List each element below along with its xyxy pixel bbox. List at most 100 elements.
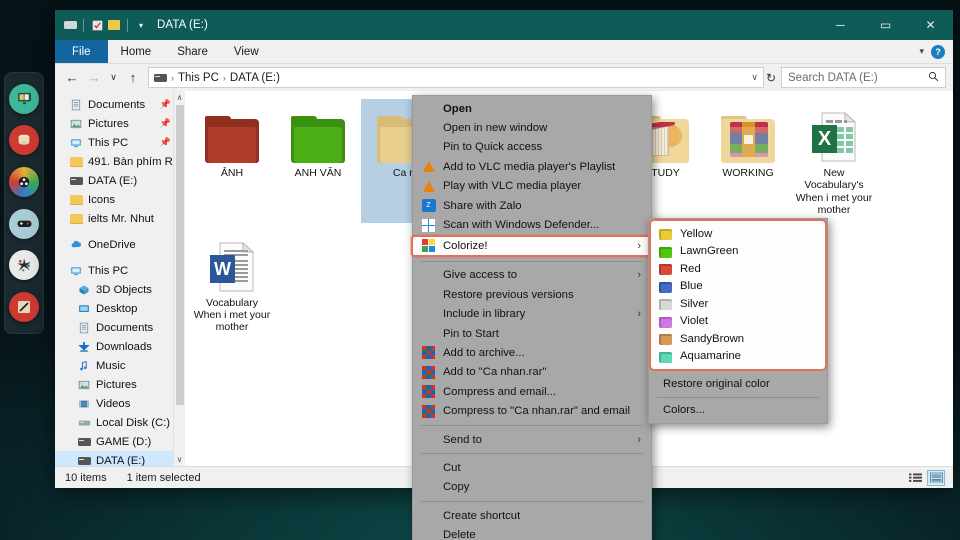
media-icon [18, 176, 30, 188]
properties-icon[interactable] [90, 18, 104, 32]
menu-item-compress-to-ca-nhan-rar-and-email[interactable]: Compress to "Ca nhan.rar" and email [413, 401, 651, 420]
sidebar-item-game-d[interactable]: GAME (D:) [55, 432, 185, 451]
sidebar-item-pictures-pc[interactable]: Pictures [55, 375, 185, 394]
menu-item-share-with-zalo[interactable]: Z Share with Zalo [413, 196, 651, 215]
navigation-scrollbar[interactable]: ∧ ∨ [173, 91, 185, 466]
file-item-vocabulary-word[interactable]: W Vocabulary When i met your mother [189, 229, 275, 340]
dock-item-database-icon[interactable] [9, 125, 39, 156]
back-button[interactable]: ← [62, 68, 82, 88]
scroll-up-button[interactable]: ∧ [174, 91, 185, 104]
menu-item-include-in-library[interactable]: Include in library › [413, 305, 651, 324]
scrollbar-thumb[interactable] [176, 105, 184, 405]
menu-item-send-to[interactable]: Send to › [413, 430, 651, 449]
up-button[interactable]: ↑ [123, 68, 143, 88]
menu-item-pin-to-start[interactable]: Pin to Start [413, 324, 651, 343]
dock-item-media-icon[interactable] [9, 167, 39, 198]
menu-item-add-to-ca-nhan-rar[interactable]: Add to "Ca nhan.rar" [413, 363, 651, 382]
close-button[interactable]: ✕ [908, 10, 953, 40]
search-input[interactable]: Search DATA (E:) [781, 67, 946, 88]
sidebar-item-music[interactable]: Music [55, 356, 185, 375]
large-icons-view-button[interactable] [927, 469, 945, 486]
menu-item-compress-and-email[interactable]: Compress and email... [413, 382, 651, 401]
sidebar-item-this-pc-root[interactable]: This PC [55, 261, 185, 280]
sidebar-item-local-disk-c[interactable]: Local Disk (C:) [55, 413, 185, 432]
sidebar-item-data-e[interactable]: DATA (E:) [55, 451, 185, 466]
file-item-new-vocabularys-excel[interactable]: X New Vocabulary's When i met your mothe… [791, 99, 877, 223]
sidebar-item-desktop[interactable]: Desktop [55, 299, 185, 318]
breadcrumb-this-pc[interactable]: This PC [178, 72, 219, 84]
sidebar-item-this-pc[interactable]: This PC 📌 [55, 133, 185, 152]
color-option-silver[interactable]: Silver [651, 295, 825, 313]
recent-locations-button[interactable]: ∨ [106, 68, 121, 88]
menu-item-restore-previous-versions[interactable]: Restore previous versions [413, 285, 651, 304]
color-option-lawngreen[interactable]: LawnGreen [651, 243, 825, 261]
menu-item-add-to-archive[interactable]: Add to archive... [413, 343, 651, 362]
new-folder-icon[interactable] [107, 18, 121, 32]
sidebar-item-data-e-quick[interactable]: DATA (E:) [55, 171, 185, 190]
menu-item-add-to-vlc-playlist[interactable]: Add to VLC media player's Playlist [413, 157, 651, 176]
sidebar-item-videos[interactable]: Videos [55, 394, 185, 413]
menu-item-play-with-vlc[interactable]: Play with VLC media player [413, 177, 651, 196]
breadcrumb-dropdown[interactable]: ∨ [751, 72, 758, 83]
menu-item-restore-original-color[interactable]: Restore original color [649, 374, 827, 394]
maximize-button[interactable]: ▭ [863, 10, 908, 40]
file-item-working[interactable]: WORKING [705, 99, 791, 223]
tab-file[interactable]: File [55, 40, 108, 63]
sidebar-item-pictures[interactable]: Pictures 📌 [55, 114, 185, 133]
dock-item-paint-splash-icon[interactable] [9, 250, 39, 281]
folder-swatch-icon [659, 297, 672, 311]
menu-item-label: Delete [443, 529, 476, 540]
tab-view[interactable]: View [221, 40, 272, 63]
color-option-blue[interactable]: Blue [651, 278, 825, 296]
sidebar-item-491-ban-phim-r[interactable]: 491. Bàn phím R [55, 152, 185, 171]
menu-item-label: Share with Zalo [443, 199, 522, 212]
menu-item-open-in-new-window[interactable]: Open in new window [413, 118, 651, 137]
color-option-aquamarine[interactable]: Aquamarine [651, 348, 825, 366]
menu-item-create-shortcut[interactable]: Create shortcut [413, 506, 651, 525]
color-option-red[interactable]: Red [651, 260, 825, 278]
help-icon[interactable]: ? [931, 44, 945, 59]
sidebar-item-icons[interactable]: Icons [55, 190, 185, 209]
tab-share[interactable]: Share [164, 40, 221, 63]
file-item-anh-van[interactable]: ANH VĂN [275, 99, 361, 223]
drive-icon [77, 454, 91, 467]
details-view-button[interactable] [906, 470, 924, 486]
refresh-button[interactable]: ↻ [766, 71, 776, 85]
sidebar-item-downloads[interactable]: Downloads [55, 337, 185, 356]
color-option-yellow[interactable]: Yellow [651, 225, 825, 243]
menu-item-colors[interactable]: Colors... [649, 401, 827, 421]
dock-item-editor-icon[interactable] [9, 292, 39, 323]
chevron-down-icon[interactable]: ▾ [919, 46, 924, 57]
breadcrumb-data-e[interactable]: DATA (E:) [230, 72, 280, 84]
color-option-violet[interactable]: Violet [651, 313, 825, 331]
tab-home[interactable]: Home [108, 40, 165, 63]
sidebar-item-onedrive[interactable]: OneDrive [55, 235, 185, 254]
dock-item-game-controller-icon[interactable] [9, 208, 39, 239]
chevron-down-icon[interactable]: ▾ [134, 18, 148, 32]
breadcrumb[interactable]: › This PC › DATA (E:) ∨ [148, 67, 764, 88]
menu-item-scan-with-defender[interactable]: Scan with Windows Defender... [413, 215, 651, 234]
pin-icon: 📌 [159, 137, 171, 147]
menu-item-colorize[interactable]: Colorize! › [411, 234, 653, 257]
sidebar-item-documents[interactable]: Documents 📌 [55, 95, 185, 114]
rar-icon [421, 384, 436, 399]
menu-item-pin-to-quick-access[interactable]: Pin to Quick access [413, 138, 651, 157]
color-option-sandybrown[interactable]: SandyBrown [651, 330, 825, 348]
drive-icon[interactable] [63, 18, 77, 32]
sidebar-item-documents-pc[interactable]: Documents [55, 318, 185, 337]
sidebar-item-3d-objects[interactable]: 3D Objects [55, 280, 185, 299]
menu-item-open[interactable]: Open [413, 99, 651, 118]
menu-item-give-access-to[interactable]: Give access to › [413, 266, 651, 285]
forward-button[interactable]: → [84, 68, 104, 88]
disk-icon [77, 416, 91, 430]
dock-item-browser-icon[interactable] [9, 83, 39, 114]
folder-icon [205, 103, 259, 163]
menu-item-cut[interactable]: Cut [413, 458, 651, 477]
menu-item-delete[interactable]: Delete [413, 525, 651, 540]
file-item-anh[interactable]: ẢNH [189, 99, 275, 223]
minimize-button[interactable]: ─ [818, 10, 863, 40]
sidebar-item-ielts-mr-nhut[interactable]: ielts Mr. Nhut [55, 209, 185, 228]
menu-item-copy[interactable]: Copy [413, 478, 651, 497]
scroll-down-button[interactable]: ∨ [174, 453, 185, 466]
